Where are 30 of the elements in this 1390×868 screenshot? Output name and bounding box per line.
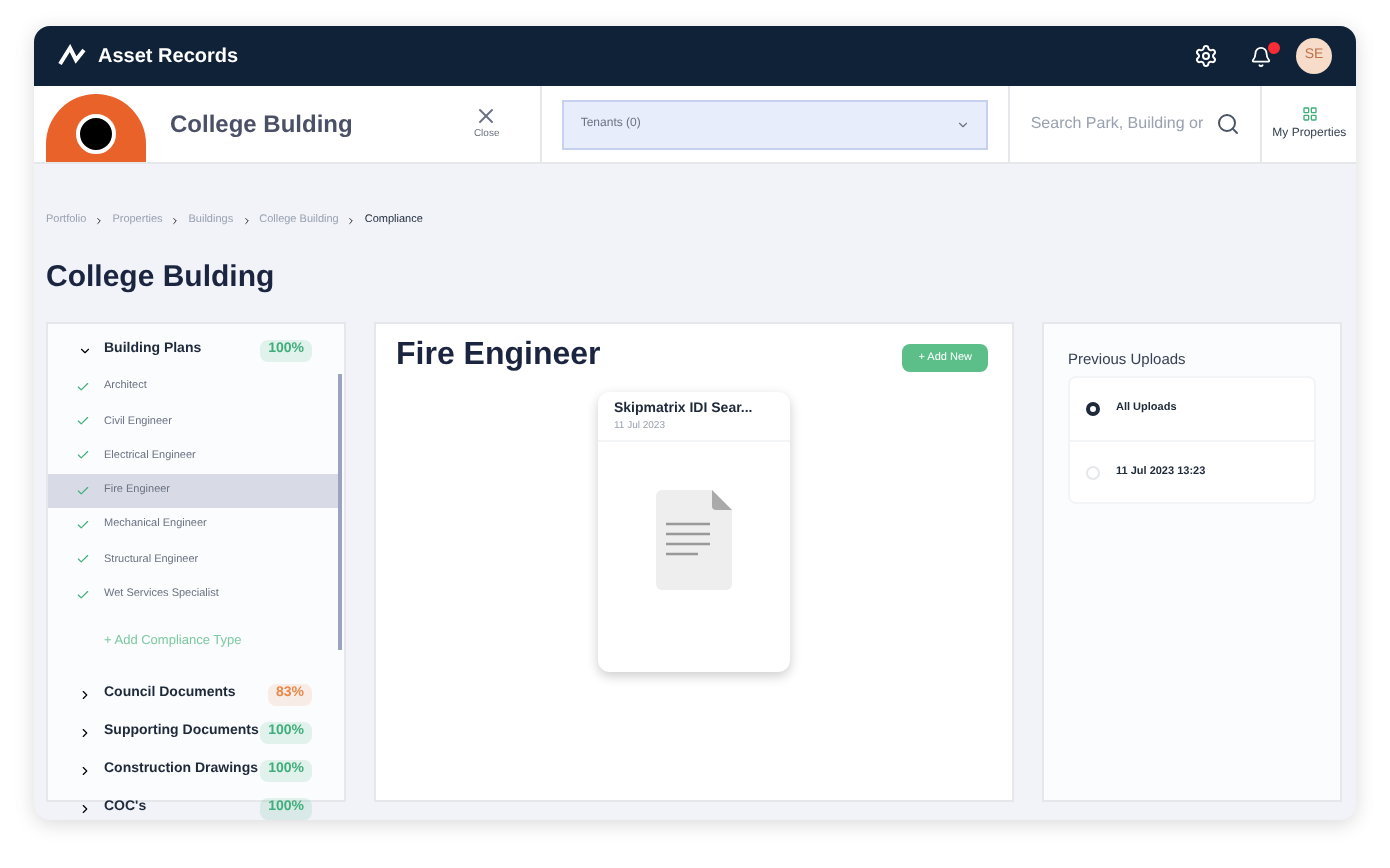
search-icon[interactable] bbox=[1216, 112, 1241, 136]
check-icon bbox=[76, 483, 90, 498]
check-icon bbox=[76, 414, 90, 429]
search-field[interactable]: Search Park, Building or bbox=[1030, 112, 1211, 136]
page-title: College Bulding bbox=[46, 258, 277, 299]
breadcrumb-separator-icon bbox=[170, 215, 181, 226]
check-icon bbox=[76, 518, 90, 533]
close-icon bbox=[474, 104, 499, 129]
radio-button[interactable] bbox=[1086, 402, 1100, 416]
breadcrumb-separator-icon bbox=[241, 215, 252, 226]
expand-icon[interactable] bbox=[78, 725, 92, 740]
breadcrumb-separator-icon bbox=[94, 215, 105, 226]
check-icon bbox=[76, 552, 90, 567]
section-title: Fire Engineer bbox=[396, 339, 601, 372]
notification-icon[interactable] bbox=[1250, 45, 1272, 67]
app-name: Asset Records bbox=[98, 43, 239, 71]
expand-icon[interactable] bbox=[78, 687, 92, 702]
document-icon bbox=[656, 489, 732, 590]
check-icon bbox=[76, 448, 90, 463]
logo-icon bbox=[58, 44, 86, 68]
collapse-icon[interactable] bbox=[78, 343, 92, 358]
check-icon bbox=[76, 379, 90, 394]
check-icon bbox=[76, 587, 90, 602]
expand-icon[interactable] bbox=[78, 801, 92, 816]
breadcrumb-separator-icon bbox=[346, 215, 357, 226]
caret-icon bbox=[956, 117, 971, 131]
settings-icon[interactable] bbox=[1194, 44, 1218, 68]
expand-icon[interactable] bbox=[78, 763, 92, 778]
grid-icon bbox=[1301, 105, 1318, 121]
building-title: College Bulding bbox=[170, 108, 353, 142]
